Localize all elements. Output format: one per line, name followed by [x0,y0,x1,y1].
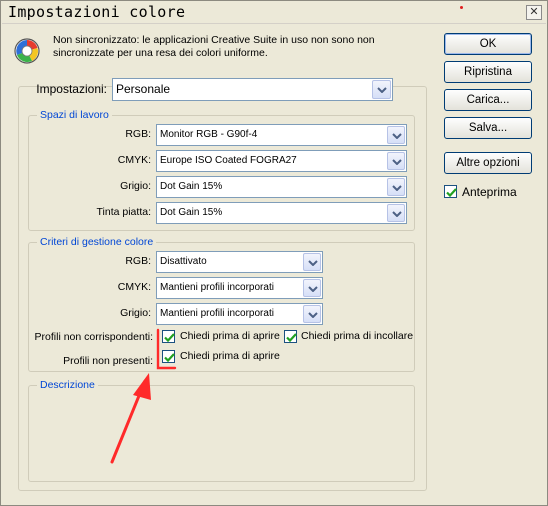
color-settings-dialog: Impostazioni colore ✕ Non sincronizzato:… [0,0,548,506]
annotation-arrow [110,328,177,464]
